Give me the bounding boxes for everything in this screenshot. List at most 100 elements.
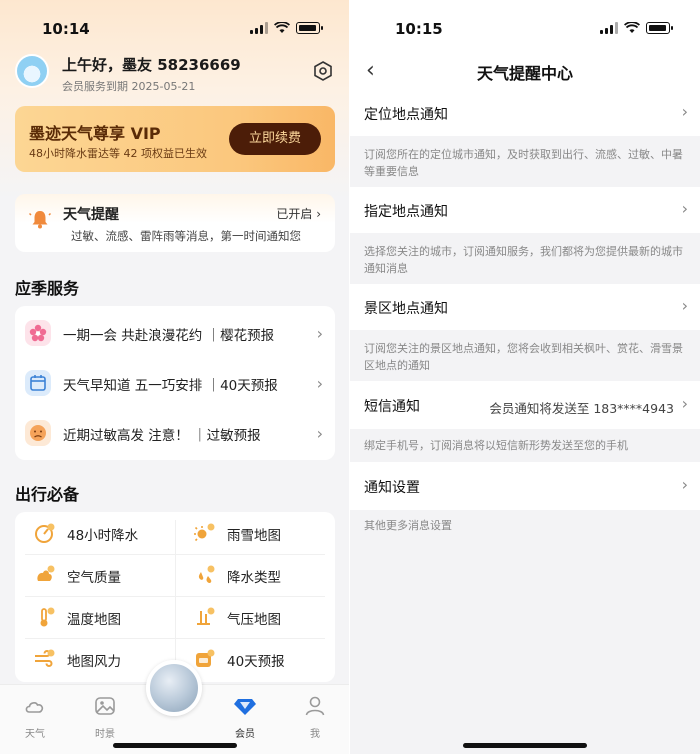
tool-item[interactable]: 48小时降水 [15, 512, 175, 554]
service-item[interactable]: 天气早知道 五一巧安排 ｜40天预报 › [15, 358, 335, 408]
service-item[interactable]: 近期过敏高发 注意！ ｜过敏预报 › [15, 408, 335, 458]
seasonal-section-title: 应季服务 [15, 279, 80, 298]
status-icons [250, 22, 323, 34]
travel-section-title: 出行必备 [15, 485, 80, 504]
tab-weather[interactable]: 天气 [10, 693, 60, 740]
tab-me[interactable]: 我 [290, 693, 340, 740]
status-time: 10:15 [395, 20, 443, 38]
page-title: 天气提醒中心 [476, 64, 573, 83]
tool-item[interactable]: 气压地图 [175, 596, 335, 638]
forecast-40-icon [196, 649, 215, 667]
tool-item[interactable]: 雨雪地图 [175, 512, 335, 554]
service-item-text: 天气早知道 五一巧安排 ｜40天预报 [63, 378, 278, 394]
member-expiry-text: 会员服务到期 2025-05-21 [62, 80, 196, 93]
row-label: 短信通知 [364, 399, 420, 415]
cloud-icon [25, 702, 44, 713]
tool-label: 地图风力 [67, 654, 121, 670]
weather-reminder-center-page: 10:15 ‹ 天气提醒中心 定位地点通知 › 订阅您所在的定位城市通知，及时获… [350, 0, 700, 754]
user-icon [305, 696, 325, 716]
tool-label: 气压地图 [227, 612, 281, 628]
tool-item[interactable]: 40天预报 [175, 638, 335, 680]
reminder-state[interactable]: 已开启 › [276, 205, 321, 222]
chevron-right-icon: › [681, 394, 688, 413]
vip-banner[interactable]: 墨迹天气尊享 VIP 48小时降水雷达等 42 项权益已生效 立即续费 [15, 106, 335, 172]
reminder-subtitle: 过敏、流感、雷阵雨等消息，第一时间通知您 [71, 229, 301, 243]
row-label: 指定地点通知 [364, 204, 448, 220]
tool-label: 温度地图 [67, 612, 121, 628]
row-label: 通知设置 [364, 480, 420, 496]
row-label: 景区地点通知 [364, 301, 448, 317]
settings-icon[interactable] [313, 61, 333, 81]
tab-scenes[interactable]: 时景 [80, 693, 130, 740]
row-description: 订阅您所在的定位城市通知，及时获取到出行、流感、过敏、中暑等重要信息 [364, 148, 683, 178]
service-item[interactable]: 一期一会 共赴浪漫花约 ｜樱花预报 › [15, 308, 335, 358]
wind-map-icon [35, 649, 55, 667]
renew-button[interactable]: 立即续费 [229, 123, 321, 155]
photo-icon [95, 697, 115, 715]
row-sms-notify[interactable]: 短信通知 会员通知将发送至 183****4943 › [350, 381, 700, 429]
tool-label: 降水类型 [227, 570, 281, 586]
chevron-right-icon: › [681, 296, 688, 315]
member-page: 10:14 上午好，墨友 58236669 会员服务到期 2025-05-21 … [0, 0, 350, 754]
chevron-right-icon: › [681, 475, 688, 494]
row-specified-notify[interactable]: 指定地点通知 › [350, 187, 700, 233]
status-time: 10:14 [42, 20, 90, 38]
status-icons [600, 22, 673, 34]
travel-tools-grid: 48小时降水 雨雪地图 空气质量 降水类型 温度地图 气压地图 地图风力 40天… [15, 512, 335, 682]
row-location-notify[interactable]: 定位地点通知 › [350, 90, 700, 136]
tool-label: 48小时降水 [67, 528, 139, 544]
tool-item[interactable]: 降水类型 [175, 554, 335, 596]
vip-title: 墨迹天气尊享 VIP [29, 124, 161, 143]
weather-reminder-card[interactable]: 天气提醒 已开启 › 过敏、流感、雷阵雨等消息，第一时间通知您 [15, 194, 335, 252]
chevron-right-icon: › [316, 424, 323, 443]
tool-item[interactable]: 空气质量 [15, 554, 175, 596]
precip-type-icon [198, 565, 215, 584]
vip-diamond-icon [234, 699, 256, 715]
sakura-icon [25, 320, 51, 346]
seasonal-service-list: 一期一会 共赴浪漫花约 ｜樱花预报 › 天气早知道 五一巧安排 ｜40天预报 ›… [15, 306, 335, 460]
reminder-state-label: 已开启 [276, 207, 313, 221]
tool-label: 40天预报 [227, 654, 285, 670]
tab-label: 天气 [25, 729, 45, 740]
greeting-text: 上午好，墨友 58236669 [62, 56, 241, 74]
air-quality-icon [37, 565, 55, 581]
sms-phone-value: 会员通知将发送至 183****4943 [489, 401, 674, 416]
chevron-right-icon: › [681, 199, 688, 218]
avatar[interactable] [15, 54, 49, 88]
allergy-face-icon [25, 420, 51, 446]
battery-icon [296, 22, 323, 34]
row-label: 定位地点通知 [364, 107, 448, 123]
wifi-icon [624, 22, 640, 33]
tab-label: 我 [310, 729, 320, 740]
tool-label: 空气质量 [67, 570, 121, 586]
center-scene-button[interactable] [146, 660, 202, 716]
temperature-map-icon [40, 607, 55, 627]
status-bar: 10:15 [350, 0, 700, 56]
row-description: 其他更多消息设置 [364, 519, 452, 532]
row-scenic-notify[interactable]: 景区地点通知 › [350, 284, 700, 330]
chevron-right-icon: › [681, 102, 688, 121]
row-notify-settings[interactable]: 通知设置 › [350, 462, 700, 510]
tab-label: 时景 [95, 729, 115, 740]
battery-icon [646, 22, 673, 34]
home-indicator [463, 743, 587, 748]
chevron-right-icon: › [316, 207, 321, 221]
service-item-text: 近期过敏高发 注意！ ｜过敏预报 [63, 428, 261, 444]
rain-snow-map-icon [194, 523, 215, 542]
row-description: 绑定手机号，订阅消息将以短信新形势发送至您的手机 [364, 439, 628, 452]
tool-label: 雨雪地图 [227, 528, 281, 544]
home-indicator [113, 743, 237, 748]
reminder-title: 天气提醒 [63, 207, 119, 223]
signal-icon [250, 22, 268, 34]
bell-icon [29, 211, 51, 229]
chevron-right-icon: › [316, 374, 323, 393]
chevron-right-icon: › [316, 324, 323, 343]
vip-subtitle: 48小时降水雷达等 42 项权益已生效 [29, 147, 207, 160]
tool-item[interactable]: 温度地图 [15, 596, 175, 638]
status-bar: 10:14 [0, 0, 350, 56]
service-item-text: 一期一会 共赴浪漫花约 ｜樱花预报 [63, 328, 275, 344]
row-description: 选择您关注的城市，订阅通知服务，我们都将为您提供最新的城市通知消息 [364, 245, 683, 275]
tab-member[interactable]: 会员 [220, 693, 270, 740]
signal-icon [600, 22, 618, 34]
pressure-map-icon [197, 607, 215, 625]
